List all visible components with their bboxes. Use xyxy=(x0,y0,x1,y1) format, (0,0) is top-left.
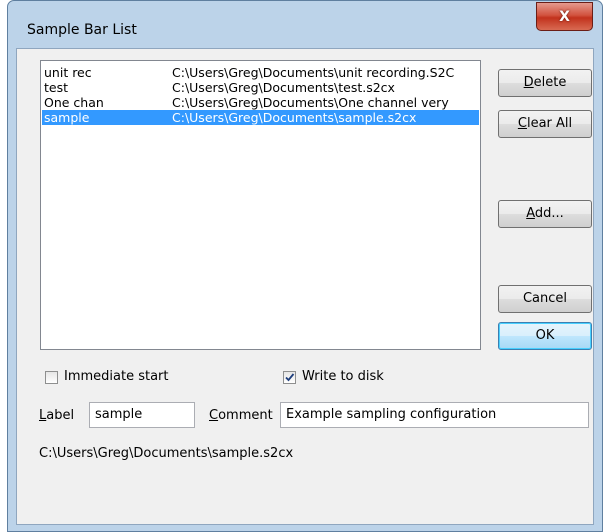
list-item[interactable]: One chan C:\Users\Greg\Documents\One cha… xyxy=(42,95,479,110)
label-input[interactable]: sample xyxy=(89,402,195,428)
window-title: Sample Bar List xyxy=(27,22,137,38)
immediate-start-label[interactable]: Immediate start xyxy=(64,369,169,384)
add-button[interactable]: Add... xyxy=(498,200,592,228)
list-item-name: unit rec xyxy=(44,65,92,80)
list-item-path: C:\Users\Greg\Documents\One channel very xyxy=(172,95,449,110)
cancel-button[interactable]: Cancel xyxy=(498,285,592,313)
list-item-name: test xyxy=(44,80,69,95)
list-item[interactable]: unit rec C:\Users\Greg\Documents\unit re… xyxy=(42,65,479,80)
immediate-start-checkbox[interactable] xyxy=(45,371,58,384)
write-to-disk-checkbox[interactable] xyxy=(283,371,296,384)
close-button[interactable]: X xyxy=(536,2,593,31)
list-item-name: One chan xyxy=(44,95,104,110)
comment-input[interactable]: Example sampling configuration xyxy=(280,402,589,428)
label-field-label: Label xyxy=(39,408,75,423)
list-item-path: C:\Users\Greg\Documents\sample.s2cx xyxy=(172,110,417,125)
dialog-window: Sample Bar List X unit rec C:\Users\Greg… xyxy=(7,0,603,532)
checkmark-icon xyxy=(285,373,295,382)
delete-button[interactable]: Delete xyxy=(498,69,592,97)
dialog-client: unit rec C:\Users\Greg\Documents\unit re… xyxy=(16,48,594,525)
list-item[interactable]: test C:\Users\Greg\Documents\test.s2cx xyxy=(42,80,479,95)
close-icon: X xyxy=(559,8,570,25)
sample-list[interactable]: unit rec C:\Users\Greg\Documents\unit re… xyxy=(40,60,481,350)
comment-field-label: Comment xyxy=(209,408,273,423)
list-item-path: C:\Users\Greg\Documents\test.s2cx xyxy=(172,80,395,95)
file-path-display: C:\Users\Greg\Documents\sample.s2cx xyxy=(39,446,294,461)
clear-all-button[interactable]: Clear All xyxy=(498,110,592,138)
list-item-name: sample xyxy=(44,110,90,125)
list-item-selected[interactable]: sample C:\Users\Greg\Documents\sample.s2… xyxy=(42,110,479,125)
ok-button[interactable]: OK xyxy=(498,322,592,350)
list-item-path: C:\Users\Greg\Documents\unit recording.S… xyxy=(172,65,455,80)
write-to-disk-label[interactable]: Write to disk xyxy=(302,369,384,384)
